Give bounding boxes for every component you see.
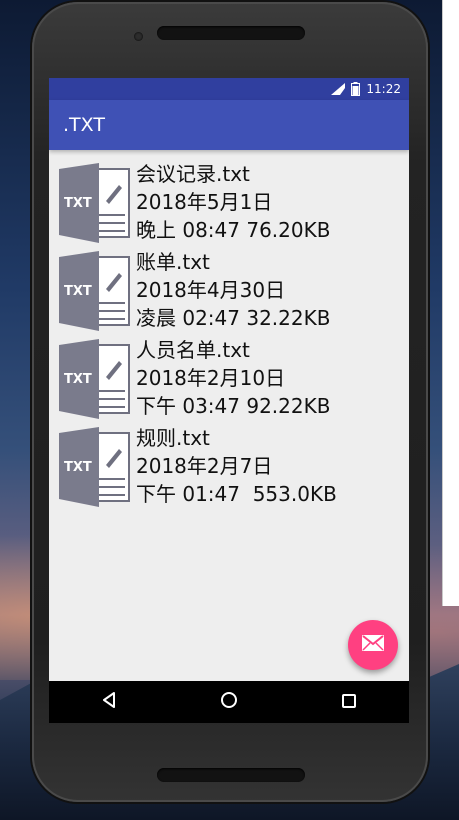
file-info: 规则.txt 2018年2月7日下午 01:47 553.0KB [136, 424, 337, 508]
mail-icon [362, 635, 384, 655]
file-list-item[interactable]: TXT 会议记录.txt 2018年5月1日晚上 08:47 76.20KB [49, 160, 409, 248]
device-screen: 11:22 .TXT TXT 会议记录.txt 2018年5月1日 晚上 08:… [49, 78, 409, 723]
top-speaker [157, 26, 305, 40]
file-time-size: 下午 03:47 92.22KB [136, 394, 331, 418]
file-name: 人员名单.txt [136, 338, 250, 362]
status-bar: 11:22 [49, 78, 409, 100]
txt-icon-label: TXT [64, 196, 92, 211]
file-list-item[interactable]: TXT 账单.txt 2018年4月30日凌晨 02:47 32.22KB [49, 248, 409, 336]
txt-file-icon: TXT [59, 427, 133, 507]
file-info: 会议记录.txt 2018年5月1日晚上 08:47 76.20KB [136, 160, 330, 244]
file-time-size: 凌晨 02:47 32.22KB [136, 306, 331, 330]
front-camera [134, 32, 143, 41]
signal-icon [331, 83, 346, 95]
txt-icon-label: TXT [64, 460, 92, 475]
file-info: 账单.txt 2018年4月30日凌晨 02:47 32.22KB [136, 248, 330, 332]
phone-frame: 11:22 .TXT TXT 会议记录.txt 2018年5月1日 晚上 08:… [32, 2, 428, 802]
file-list: TXT 会议记录.txt 2018年5月1日晚上 08:47 76.20KB TX… [49, 160, 409, 512]
nav-recents-button[interactable] [324, 682, 374, 722]
file-list-item[interactable]: TXT 人员名单.txt 2018年2月10日下午 03:47 92.22KB [49, 336, 409, 424]
nav-back-button[interactable] [84, 682, 134, 722]
app-bar: .TXT [49, 100, 409, 150]
file-info: 人员名单.txt 2018年2月10日下午 03:47 92.22KB [136, 336, 330, 420]
navigation-bar [49, 681, 409, 723]
app-title: .TXT [63, 114, 105, 136]
file-name: 会议记录.txt [136, 162, 250, 186]
compose-fab[interactable] [348, 620, 398, 670]
home-icon [220, 691, 238, 713]
file-date: 2018年5月1日 [136, 190, 273, 214]
txt-icon-label: TXT [64, 284, 92, 299]
back-icon [102, 692, 116, 712]
file-time-size: 晚上 08:47 76.20KB [136, 218, 331, 242]
battery-icon [351, 82, 361, 96]
txt-file-icon: TXT [59, 339, 133, 419]
file-time-size: 下午 01:47 553.0KB [136, 482, 337, 506]
file-date: 2018年2月7日 [136, 454, 273, 478]
txt-file-icon: TXT [59, 251, 133, 331]
file-name: 规则.txt [136, 426, 210, 450]
status-time: 11:22 [366, 82, 401, 96]
file-list-item[interactable]: TXT 规则.txt 2018年2月7日下午 01:47 553.0KB [49, 424, 409, 512]
txt-file-icon: TXT [59, 163, 133, 243]
bottom-speaker [157, 768, 305, 782]
file-name: 账单.txt [136, 250, 210, 274]
file-date: 2018年2月10日 [136, 366, 286, 390]
file-date: 2018年4月30日 [136, 278, 286, 302]
recents-icon [342, 693, 356, 712]
side-panel [442, 0, 459, 606]
txt-icon-label: TXT [64, 372, 92, 387]
nav-home-button[interactable] [204, 682, 254, 722]
